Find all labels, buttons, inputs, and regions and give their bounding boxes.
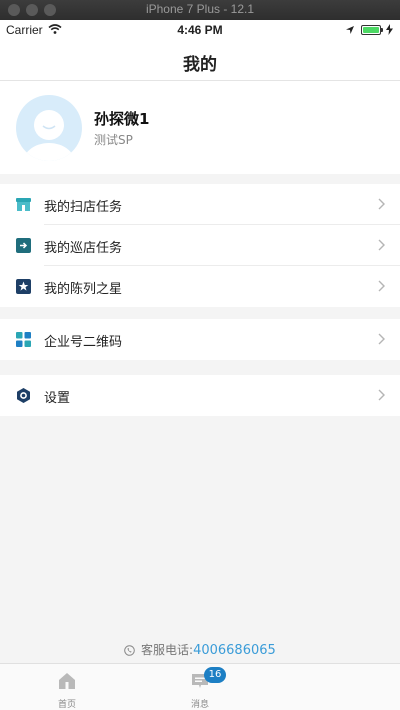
tab-label: 消息 xyxy=(190,700,209,710)
user-role: 测试SP xyxy=(94,133,133,147)
menu-item-label: 企业号二维码 xyxy=(44,335,123,350)
service-phone-link[interactable]: 4006686065 xyxy=(193,643,276,658)
location-arrow-icon xyxy=(346,26,354,34)
customer-service-line: 客服电话:4006686065 xyxy=(0,641,400,658)
unread-badge: 16 xyxy=(204,667,226,683)
chevron-right-icon xyxy=(378,198,385,210)
store-icon xyxy=(16,198,31,211)
nav-bar: 我的 xyxy=(0,41,400,81)
home-icon xyxy=(59,673,75,689)
tab-bar: 首页 16 消息 xyxy=(0,663,400,710)
profile-card[interactable]: 孙探微1 测试SP xyxy=(0,81,400,174)
menu-item-enterprise-qrcode[interactable]: 企业号二维码 xyxy=(0,319,400,360)
tab-messages[interactable]: 16 消息 xyxy=(160,664,240,710)
status-bar: Carrier 4:46 PM xyxy=(0,20,400,41)
menu-item-store-patrol-tasks[interactable]: 我的巡店任务 xyxy=(0,225,400,266)
default-avatar-icon xyxy=(22,110,76,161)
simulator-titlebar: iPhone 7 Plus - 12.1 xyxy=(0,0,400,20)
menu-item-settings[interactable]: 设置 xyxy=(0,375,400,416)
menu-item-display-star[interactable]: 我的陈列之星 xyxy=(0,266,400,307)
chevron-right-icon xyxy=(378,280,385,292)
chevron-right-icon xyxy=(378,333,385,345)
settings-icon xyxy=(17,388,30,403)
avatar[interactable] xyxy=(16,95,82,161)
menu-item-label: 我的巡店任务 xyxy=(44,241,123,256)
status-time: 4:46 PM xyxy=(177,23,223,37)
patrol-icon xyxy=(16,238,31,253)
qrcode-icon xyxy=(16,332,31,347)
chevron-right-icon xyxy=(378,239,385,251)
user-name: 孙探微1 xyxy=(94,110,150,128)
star-icon xyxy=(16,279,31,294)
task-menu-group: 我的扫店任务 我的巡店任务 我的陈列之星 xyxy=(0,184,400,307)
settings-menu-group: 设置 xyxy=(0,375,400,416)
tab-label: 首页 xyxy=(57,700,76,710)
chevron-right-icon xyxy=(378,389,385,401)
phone-icon xyxy=(124,645,136,656)
menu-item-label: 设置 xyxy=(44,391,71,406)
menu-item-store-scan-tasks[interactable]: 我的扫店任务 xyxy=(0,184,400,225)
tab-home[interactable]: 首页 xyxy=(27,664,107,710)
menu-item-label: 我的陈列之星 xyxy=(44,282,123,297)
page-title: 我的 xyxy=(183,55,217,75)
qrcode-menu-group: 企业号二维码 xyxy=(0,319,400,360)
battery-icon xyxy=(361,25,381,35)
window-title: iPhone 7 Plus - 12.1 xyxy=(145,2,255,16)
menu-item-label: 我的扫店任务 xyxy=(44,200,123,215)
service-label: 客服电话: xyxy=(141,643,194,657)
charging-bolt-icon xyxy=(386,24,393,35)
